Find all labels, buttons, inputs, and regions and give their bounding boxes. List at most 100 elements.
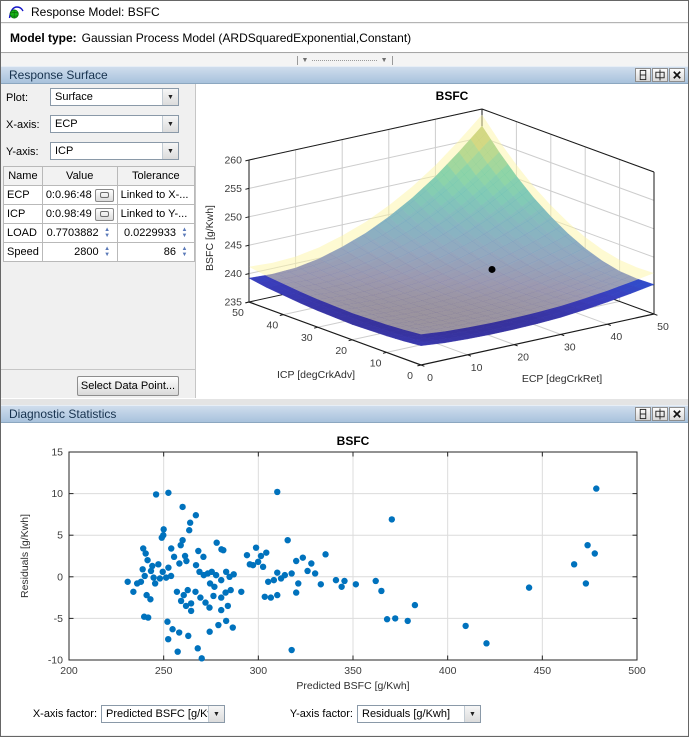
factor-val-cell[interactable]: 0:0.96:48 <box>41 185 118 205</box>
chevron-down-icon: ▼ <box>162 143 178 159</box>
factor-val-cell[interactable]: 0.7703882 ▲ ▼ <box>41 223 118 243</box>
svg-text:50: 50 <box>232 307 244 319</box>
y-axis-factor-value: Residuals [g/Kwh] <box>362 708 451 720</box>
residual-data-point <box>227 586 234 594</box>
response-model-icon <box>8 5 24 18</box>
residuals-scatter-plot[interactable]: 200 250 300 350 400 450 500 -10 -5 0 5 10 15 BSFC Pred… <box>1 423 688 695</box>
x-axis-select-value: ECP <box>55 118 78 130</box>
factor-table-row: Speed 2800 ▲ ▼ 86 ▲ ▼ <box>3 242 196 262</box>
undock-button[interactable] <box>635 68 651 82</box>
residual-data-point <box>152 491 160 498</box>
edit-value-button[interactable] <box>94 207 114 221</box>
residual-data-point <box>183 557 190 565</box>
factor-val-cell[interactable]: 0:0.98:49 <box>41 204 118 224</box>
svg-text:245: 245 <box>224 240 242 252</box>
svg-text:BSFC: BSFC <box>337 434 370 448</box>
residual-data-point <box>186 527 193 534</box>
residual-data-point <box>404 617 411 625</box>
residual-data-point <box>137 578 145 585</box>
x-axis-select[interactable]: ECP ▼ <box>50 115 179 133</box>
selected-data-point-marker <box>488 265 496 273</box>
edit-value-button[interactable] <box>94 188 114 202</box>
y-axis-factor-select[interactable]: Residuals [g/Kwh] ▼ <box>357 705 481 723</box>
residual-data-point <box>308 560 315 567</box>
factor-tol-cell[interactable]: 86 ▲ ▼ <box>116 242 196 262</box>
x-axis-factor-label: X-axis factor: <box>32 708 97 720</box>
svg-text:200: 200 <box>60 665 78 677</box>
undock-button[interactable] <box>635 407 651 421</box>
collapse-arrow-icon: ▼ <box>301 56 309 64</box>
residual-data-point <box>206 628 213 635</box>
diagnostic-statistics-title: Diagnostic Statistics <box>9 407 117 421</box>
residual-data-point <box>311 570 319 577</box>
spinner-down-icon[interactable]: ▼ <box>182 233 188 239</box>
residual-data-point <box>187 607 195 615</box>
x-axis-factor-select[interactable]: Predicted BSFC [g/Kwh] ▼ <box>101 705 225 723</box>
spinner-down-icon[interactable]: ▼ <box>104 233 110 239</box>
chevron-down-icon: ▼ <box>162 116 178 132</box>
residual-data-point <box>168 545 175 552</box>
chevron-down-icon: ▼ <box>464 706 480 722</box>
undock-icon <box>639 408 647 420</box>
spinner-control[interactable]: ▲ ▼ <box>178 244 191 260</box>
plot-select[interactable]: Surface ▼ <box>50 88 179 106</box>
residual-data-point <box>322 551 329 558</box>
y-axis-factor-label: Y-axis factor: <box>289 708 353 720</box>
residual-data-point <box>144 556 151 564</box>
close-button[interactable] <box>669 407 685 421</box>
residual-data-point <box>218 576 225 584</box>
residual-data-point <box>411 601 419 609</box>
residual-data-point <box>147 596 154 603</box>
residual-data-point <box>206 604 213 611</box>
residual-data-point <box>124 578 131 585</box>
maximize-button[interactable] <box>652 407 668 421</box>
residual-data-point <box>156 575 164 582</box>
svg-text:20: 20 <box>517 352 529 364</box>
factor-tol-cell[interactable]: Linked to X-... <box>116 185 196 205</box>
spinner-control[interactable]: ▲ ▼ <box>101 225 114 241</box>
svg-text:250: 250 <box>224 211 242 223</box>
response-model-window: Response Model: BSFC Model type: Gaussia… <box>0 0 689 737</box>
residual-data-point <box>195 547 202 555</box>
residual-data-point <box>293 589 300 596</box>
splitter-handle[interactable]: ▼ ▼ <box>296 55 393 65</box>
residual-data-point <box>277 575 285 582</box>
factor-val-cell[interactable]: 2800 ▲ ▼ <box>41 242 118 262</box>
close-button[interactable] <box>669 68 685 82</box>
spinner-down-icon[interactable]: ▼ <box>104 252 110 258</box>
factor-table: Name Value Tolerance ECP 0:0.96:48 Linked … <box>3 166 196 262</box>
residual-data-point <box>462 622 469 630</box>
svg-text:235: 235 <box>224 297 242 309</box>
residual-data-point <box>185 632 192 640</box>
residual-data-point <box>378 587 385 595</box>
residual-data-point <box>139 566 146 573</box>
residual-data-point <box>284 536 291 544</box>
residual-data-point <box>141 572 148 580</box>
select-data-point-button[interactable]: Select Data Point... <box>77 376 179 396</box>
spinner-down-icon[interactable]: ▼ <box>182 252 188 258</box>
factor-tol-text: 86 <box>163 246 176 258</box>
residual-data-point <box>222 617 230 625</box>
spinner-control[interactable]: ▲ ▼ <box>101 244 114 260</box>
splitter-dots <box>312 59 377 61</box>
svg-text:500: 500 <box>628 665 646 677</box>
y-axis-select[interactable]: ICP ▼ <box>50 142 179 160</box>
factor-tol-cell[interactable]: Linked to Y-... <box>116 204 196 224</box>
residual-data-point <box>197 594 204 601</box>
model-type-value: Gaussian Process Model (ARDSquaredExpone… <box>81 31 412 45</box>
residual-data-point <box>261 593 268 600</box>
factor-tol-cell[interactable]: 0.0229933 ▲ ▼ <box>116 223 196 243</box>
residual-data-point <box>212 571 220 579</box>
residual-data-point <box>263 549 270 556</box>
svg-text:-10: -10 <box>48 655 63 667</box>
residual-data-point <box>164 618 171 625</box>
residual-data-point <box>230 571 237 578</box>
spinner-control[interactable]: ▲ ▼ <box>178 225 191 241</box>
maximize-button[interactable] <box>652 68 668 82</box>
response-surface-3d-plot[interactable]: 0 10 20 30 40 50 0 10 20 30 40 50 235 240 245 250 255 260… <box>197 86 688 398</box>
residual-data-point <box>270 576 278 584</box>
residual-data-point <box>224 602 232 610</box>
svg-text:0: 0 <box>407 370 413 382</box>
surface-button-strip: Select Data Point... <box>1 369 195 398</box>
residual-data-point <box>218 606 225 614</box>
